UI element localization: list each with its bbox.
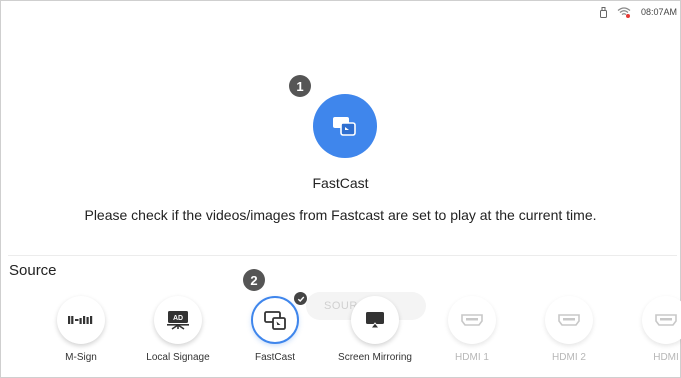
source-item-local-signage[interactable]: AD Local Signage [133, 296, 223, 366]
divider [8, 255, 677, 256]
screen-mirroring-icon [366, 312, 384, 329]
source-item-label: M-Sign [65, 352, 97, 363]
step-badge-2: 2 [243, 269, 265, 291]
hdmi-3-button[interactable] [642, 296, 681, 344]
local-signage-button[interactable]: AD [154, 296, 202, 344]
screen-mirroring-button[interactable] [351, 296, 399, 344]
source-item-label: FastCast [254, 352, 295, 363]
fastcast-icon [264, 311, 286, 330]
hdmi-2-button[interactable] [545, 296, 593, 344]
hdmi-icon [655, 314, 677, 326]
source-item-hdmi-2[interactable]: HDMI 2 [524, 296, 614, 366]
hdmi-icon [461, 314, 483, 326]
source-heading: Source [9, 262, 57, 279]
msign-button[interactable] [57, 296, 105, 344]
source-item-label: Screen Mirroring [338, 352, 412, 363]
msign-icon [68, 316, 93, 324]
source-item-hdmi-1[interactable]: HDMI 1 [427, 296, 517, 366]
clock-time: 08:07AM [640, 7, 677, 17]
hdmi-icon [558, 314, 580, 326]
source-item-hdmi-3[interactable]: HDMI [621, 296, 681, 366]
source-item-label: HDMI 1 [455, 352, 489, 363]
hero-message: Please check if the videos/images from F… [84, 207, 597, 223]
status-bar: 08:07AM [599, 4, 677, 20]
hero-title: FastCast [312, 175, 369, 191]
fastcast-button[interactable] [251, 296, 299, 344]
selected-check-icon [294, 292, 307, 305]
local-signage-icon: AD [167, 311, 189, 330]
fastcast-hero-icon [313, 94, 377, 158]
usb-icon [599, 6, 607, 18]
fastcast-icon [333, 117, 356, 136]
step-badge-1: 1 [289, 75, 311, 97]
wifi-alert-icon [617, 6, 631, 18]
source-item-label: HDMI [653, 352, 679, 363]
source-item-label: HDMI 2 [552, 352, 586, 363]
svg-text:AD: AD [173, 315, 183, 322]
source-item-label: Local Signage [146, 352, 210, 363]
source-item-msign[interactable]: M-Sign [36, 296, 126, 366]
source-item-screen-mirroring[interactable]: Screen Mirroring [330, 296, 420, 366]
hdmi-1-button[interactable] [448, 296, 496, 344]
